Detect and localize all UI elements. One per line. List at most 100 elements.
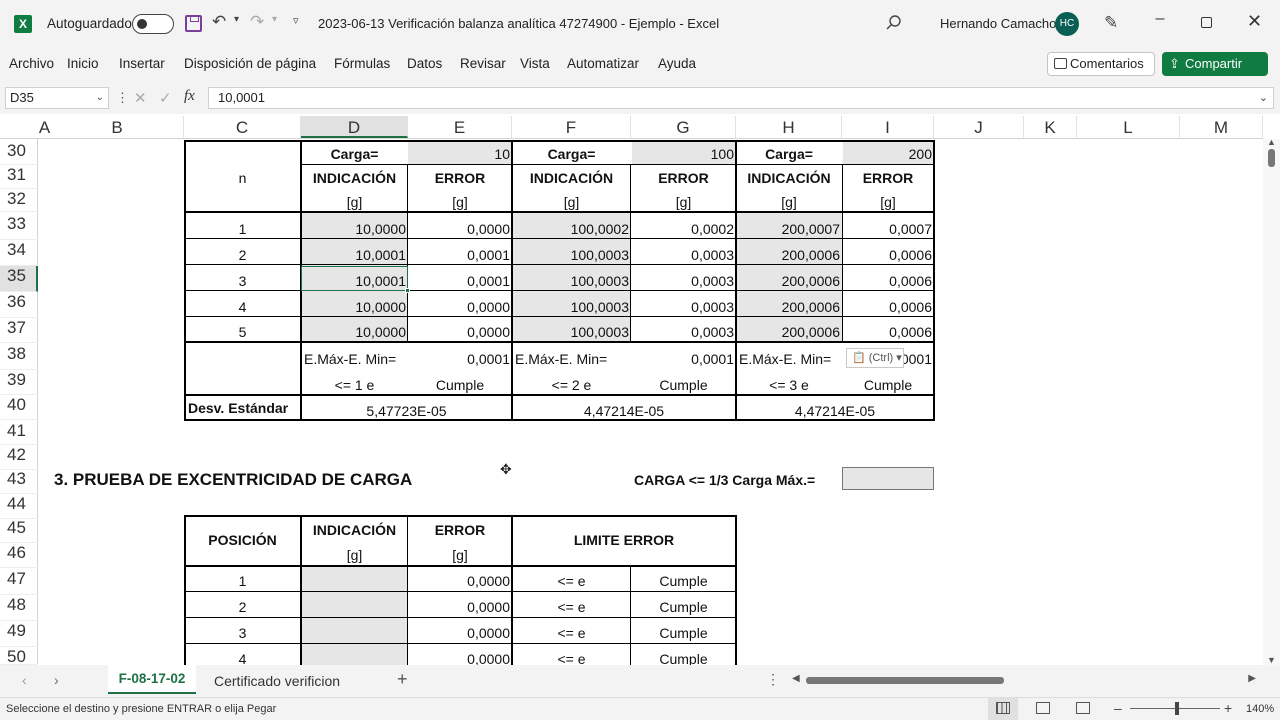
zoom-out-icon[interactable]: – [1114, 700, 1122, 716]
table-cell[interactable]: 100,0003 [513, 273, 631, 289]
column-c[interactable]: C [184, 116, 301, 138]
table-cell[interactable]: 0,0003 [631, 247, 736, 263]
column-h[interactable]: H [736, 116, 842, 138]
emax-value-e[interactable]: 0,0001 [408, 351, 512, 367]
scroll-thumb[interactable] [806, 677, 1004, 684]
table-cell[interactable]: 0,0007 [842, 221, 934, 237]
more-icon[interactable]: ⋮ [766, 671, 780, 688]
column-l[interactable]: L [1077, 116, 1180, 138]
row-header-cell[interactable]: 50 [0, 647, 38, 666]
table-cell[interactable]: 0,0006 [842, 299, 934, 315]
row-header-cell[interactable]: 34 [0, 240, 38, 266]
row-header-cell[interactable]: 44 [0, 494, 38, 519]
row-header-cell[interactable]: 33 [0, 214, 38, 240]
table-cell[interactable]: 200,0006 [737, 273, 842, 289]
scroll-left-icon[interactable]: ◀ [792, 673, 800, 684]
sheet-tab-certificado[interactable]: Certificado verificion [214, 673, 340, 689]
page-layout-icon[interactable] [1036, 702, 1050, 714]
table-cell[interactable]: 0,0002 [631, 221, 736, 237]
worksheet[interactable]: Carga= 10 Carga= 100 Carga= 200 n INDICA… [0, 0, 1263, 667]
column-k[interactable]: K [1024, 116, 1077, 138]
table-cell[interactable]: 0,0003 [631, 299, 736, 315]
row-header-cell[interactable]: 46 [0, 543, 38, 568]
desv-value-1[interactable]: 5,47723E-05 [301, 403, 512, 419]
column-d[interactable]: D [301, 116, 408, 138]
table-cell[interactable]: 100,0003 [513, 299, 631, 315]
row-header-cell[interactable]: 32 [0, 189, 38, 212]
table-cell[interactable]: 100,0003 [513, 324, 631, 340]
selected-cell[interactable] [301, 266, 410, 293]
column-i[interactable]: I [842, 116, 934, 138]
column-e[interactable]: E [408, 116, 512, 138]
table-cell[interactable]: 100,0002 [513, 221, 631, 237]
row-header-cell[interactable]: 42 [0, 445, 38, 470]
row-header-cell[interactable]: 41 [0, 421, 38, 445]
desv-value-2[interactable]: 4,47214E-05 [512, 403, 736, 419]
row-header-cell[interactable]: 35 [0, 266, 38, 292]
table-cell[interactable]: 10,0001 [302, 247, 408, 263]
desv-value-3[interactable]: 4,47214E-05 [736, 403, 934, 419]
row-header-cell[interactable]: 48 [0, 595, 38, 621]
table-cell[interactable]: 0,0000 [408, 573, 512, 589]
row-header-cell[interactable]: 47 [0, 569, 38, 595]
column-m[interactable]: M [1180, 116, 1263, 138]
scroll-thumb[interactable] [1268, 149, 1275, 167]
carga-value-100[interactable]: 100 [631, 146, 736, 162]
table-cell[interactable]: 0,0000 [408, 625, 512, 641]
carga-value-200[interactable]: 200 [842, 146, 934, 162]
scroll-down-icon[interactable]: ▼ [1267, 655, 1276, 665]
page-break-icon[interactable] [1076, 702, 1090, 714]
table-cell[interactable]: 200,0006 [737, 324, 842, 340]
table-cell[interactable]: 0,0000 [408, 221, 512, 237]
table-cell[interactable]: 100,0003 [513, 247, 631, 263]
row-header-cell[interactable]: 43 [0, 469, 38, 494]
row-header-cell[interactable]: 49 [0, 621, 38, 647]
scroll-up-icon[interactable]: ▲ [1267, 137, 1276, 147]
table-cell[interactable]: 200,0006 [737, 247, 842, 263]
table-cell[interactable]: 10,0000 [302, 221, 408, 237]
row-header-cell[interactable]: 39 [0, 370, 38, 395]
scroll-right-icon[interactable]: ▶ [1248, 673, 1256, 684]
vertical-scrollbar[interactable]: ▲ ▼ [1263, 137, 1280, 665]
tab-prev-icon[interactable]: ‹ [22, 672, 27, 688]
table-cell[interactable]: 200,0007 [737, 221, 842, 237]
add-sheet-icon[interactable]: + [397, 669, 408, 690]
zoom-slider-thumb[interactable] [1175, 702, 1179, 715]
column-a[interactable]: A [38, 116, 51, 138]
row-header-cell[interactable]: 38 [0, 344, 38, 370]
fill-handle[interactable] [405, 288, 410, 293]
table-cell[interactable]: 0,0006 [842, 247, 934, 263]
table-cell[interactable]: 10,0000 [302, 299, 408, 315]
row-header-cell[interactable]: 40 [0, 395, 38, 420]
table-cell[interactable]: 200,0006 [737, 299, 842, 315]
table-cell[interactable]: 10,0000 [302, 324, 408, 340]
paste-options-button[interactable]: 📋 (Ctrl) ▾ [846, 348, 904, 368]
carga-value-10[interactable]: 10 [408, 146, 512, 162]
carga-input-box[interactable] [842, 467, 934, 490]
column-j[interactable]: J [934, 116, 1024, 138]
row-header-cell[interactable]: 30 [0, 141, 38, 165]
table-cell[interactable]: 0,0006 [842, 273, 934, 289]
sheet-tab-active[interactable]: F-08-17-02 [108, 665, 196, 694]
emax-value-g[interactable]: 0,0001 [631, 351, 736, 367]
table-cell[interactable]: 0,0001 [408, 273, 512, 289]
table-cell[interactable]: 0,0003 [631, 324, 736, 340]
table-cell[interactable]: 0,0001 [408, 247, 512, 263]
table-cell[interactable]: 0,0003 [631, 273, 736, 289]
zoom-in-icon[interactable]: + [1224, 700, 1232, 716]
column-b[interactable]: B [51, 116, 184, 138]
table-cell[interactable]: 0,0000 [408, 299, 512, 315]
row-header-cell[interactable]: 37 [0, 318, 38, 343]
horizontal-scrollbar[interactable]: ◀ ▶ [790, 673, 1260, 687]
row-header-cell[interactable]: 31 [0, 165, 38, 189]
table-cell[interactable]: 0,0006 [842, 324, 934, 340]
tab-next-icon[interactable]: › [54, 672, 59, 688]
zoom-level[interactable]: 140% [1246, 703, 1274, 715]
column-f[interactable]: F [512, 116, 631, 138]
row-header-cell[interactable]: 45 [0, 518, 38, 543]
normal-view-icon[interactable] [996, 702, 1010, 714]
column-g[interactable]: G [631, 116, 736, 138]
table-cell[interactable]: 0,0000 [408, 599, 512, 615]
table-cell[interactable]: 0,0000 [408, 324, 512, 340]
row-header-cell[interactable]: 36 [0, 292, 38, 318]
